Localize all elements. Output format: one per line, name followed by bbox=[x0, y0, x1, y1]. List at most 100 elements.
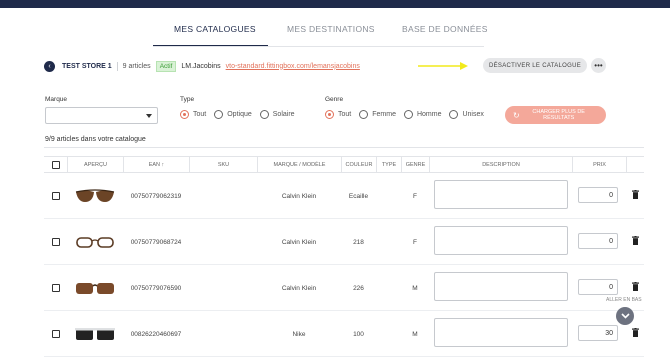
gender-option-label: Femme bbox=[372, 111, 396, 118]
tab-mes-destinations[interactable]: MES DESTINATIONS bbox=[287, 24, 375, 34]
row-checkbox[interactable] bbox=[51, 330, 60, 338]
back-button[interactable]: ‹ bbox=[44, 60, 55, 72]
header-prix[interactable]: PRIX bbox=[572, 157, 626, 173]
color-cell: Ecaille bbox=[348, 192, 369, 200]
header-marque[interactable]: MARQUE / MODÈLE bbox=[257, 157, 341, 173]
header-actions bbox=[626, 157, 644, 173]
brand-cell: Calvin Klein bbox=[281, 192, 317, 200]
type-radio-group: Tout Optique Solaire bbox=[180, 110, 303, 119]
refresh-icon: ↻ bbox=[513, 110, 520, 120]
store-header: ‹ TEST STORE 1 9 articles Actif LM.Jacob… bbox=[44, 59, 360, 73]
arrow-left-icon: ‹ bbox=[48, 62, 51, 70]
row-select-cell bbox=[44, 311, 67, 357]
brand-cell: Nike bbox=[292, 330, 306, 338]
header-couleur[interactable]: COULEUR bbox=[341, 157, 376, 173]
row-select-cell bbox=[44, 265, 67, 311]
scroll-to-bottom-label: ALLER EN BAS bbox=[606, 297, 642, 303]
gender-radio-tout[interactable] bbox=[325, 110, 334, 119]
more-icon: ••• bbox=[594, 61, 603, 70]
header-sku[interactable]: SKU bbox=[189, 157, 257, 173]
type-radio-optique[interactable] bbox=[214, 110, 224, 119]
tab-mes-catalogues[interactable]: MES CATALOGUES bbox=[174, 24, 256, 34]
gender-filter-label: Genre bbox=[325, 96, 344, 103]
row-checkbox[interactable] bbox=[51, 192, 60, 200]
row-select-cell bbox=[44, 219, 67, 265]
type-cell bbox=[376, 219, 401, 265]
gender-radio-homme[interactable] bbox=[403, 110, 413, 119]
tab-base-de-donnees[interactable]: BASE DE DONNÉES bbox=[402, 24, 488, 34]
product-preview bbox=[67, 311, 123, 357]
product-preview bbox=[67, 173, 123, 219]
brand-cell: Calvin Klein bbox=[281, 284, 317, 292]
brand-select[interactable] bbox=[45, 107, 158, 124]
scroll-down-button[interactable] bbox=[616, 307, 634, 325]
sunglasses-thumbnail bbox=[75, 328, 115, 340]
header-type[interactable]: TYPE bbox=[376, 157, 401, 173]
row-select-cell bbox=[44, 173, 67, 219]
header-apercu: APERÇU bbox=[67, 157, 123, 173]
gender-option-label: Tout bbox=[338, 111, 352, 118]
load-more-button[interactable]: ↻ CHARGER PLUS DE RÉSULTATS bbox=[505, 106, 606, 124]
description-input[interactable] bbox=[434, 180, 568, 209]
store-owner: LM.Jacobins bbox=[181, 62, 221, 70]
price-input[interactable]: 0 bbox=[578, 187, 618, 203]
row-checkbox[interactable] bbox=[51, 238, 60, 246]
price-input[interactable]: 0 bbox=[578, 233, 618, 249]
row-checkbox[interactable] bbox=[51, 284, 60, 292]
gender-option-label: Unisex bbox=[462, 111, 484, 118]
chevron-down-icon bbox=[620, 313, 630, 319]
type-filter-label: Type bbox=[180, 96, 195, 103]
select-all-checkbox[interactable] bbox=[51, 161, 60, 169]
brand-cell: Calvin Klein bbox=[281, 238, 317, 246]
brand-filter-label: Marque bbox=[45, 96, 68, 103]
gender-radio-femme[interactable] bbox=[359, 110, 369, 119]
sku-cell bbox=[189, 265, 257, 311]
store-url-link[interactable]: vto-standard.fittingbox.com/lemansjacobi… bbox=[226, 63, 360, 70]
color-cell: 218 bbox=[353, 238, 364, 246]
store-name: TEST STORE 1 bbox=[62, 62, 112, 70]
gender-radio-unisex[interactable] bbox=[449, 110, 459, 119]
trash-icon[interactable] bbox=[632, 190, 639, 199]
gender-cell: M bbox=[412, 284, 418, 292]
deactivate-catalogue-button[interactable]: DÉSACTIVER LE CATALOGUE bbox=[483, 58, 587, 73]
caret-down-icon bbox=[146, 114, 152, 118]
description-input[interactable] bbox=[434, 272, 568, 301]
gender-cell: F bbox=[413, 238, 417, 246]
gender-radio-group: Tout Femme Homme Unisex bbox=[325, 110, 492, 119]
price-input[interactable]: 0 bbox=[578, 279, 618, 295]
description-input[interactable] bbox=[434, 226, 568, 255]
sku-cell bbox=[189, 219, 257, 265]
type-radio-solaire[interactable] bbox=[259, 110, 269, 119]
table-row: 00826220460697 Nike 100 M 30 bbox=[44, 311, 644, 357]
glasses-thumbnail bbox=[76, 237, 114, 248]
description-input[interactable] bbox=[434, 318, 568, 347]
more-options-button[interactable]: ••• bbox=[591, 58, 606, 73]
sku-cell bbox=[189, 311, 257, 357]
type-cell bbox=[376, 311, 401, 357]
product-preview bbox=[67, 219, 123, 265]
main-tabs: MES CATALOGUES MES DESTINATIONS BASE DE … bbox=[0, 24, 670, 46]
load-more-label: CHARGER PLUS DE RÉSULTATS bbox=[532, 108, 585, 122]
annotation-arrow-icon bbox=[418, 62, 468, 70]
type-option-label: Solaire bbox=[272, 111, 295, 118]
header-genre[interactable]: GENRE bbox=[401, 157, 429, 173]
trash-icon[interactable] bbox=[632, 236, 639, 245]
table-row: 00750779076590 Calvin Klein 226 M 0 bbox=[44, 265, 644, 311]
color-cell: 100 bbox=[353, 330, 364, 338]
divider bbox=[116, 61, 118, 71]
gender-cell: M bbox=[412, 330, 418, 338]
product-preview bbox=[67, 265, 123, 311]
type-cell bbox=[376, 173, 401, 219]
ean-cell: 00750779068724 bbox=[130, 238, 182, 246]
header-ean[interactable]: EAN ↑ bbox=[123, 157, 189, 173]
price-input[interactable]: 30 bbox=[578, 325, 618, 341]
table-row: 00750779062319 Calvin Klein Ecaille F 0 bbox=[44, 173, 644, 219]
status-badge: Actif bbox=[155, 60, 177, 72]
sku-cell bbox=[189, 173, 257, 219]
type-radio-tout[interactable] bbox=[180, 110, 189, 119]
trash-icon[interactable] bbox=[632, 328, 639, 337]
type-option-label: Optique bbox=[227, 111, 252, 118]
tabs-divider bbox=[153, 46, 484, 47]
divider bbox=[44, 147, 644, 148]
trash-icon[interactable] bbox=[632, 282, 639, 291]
